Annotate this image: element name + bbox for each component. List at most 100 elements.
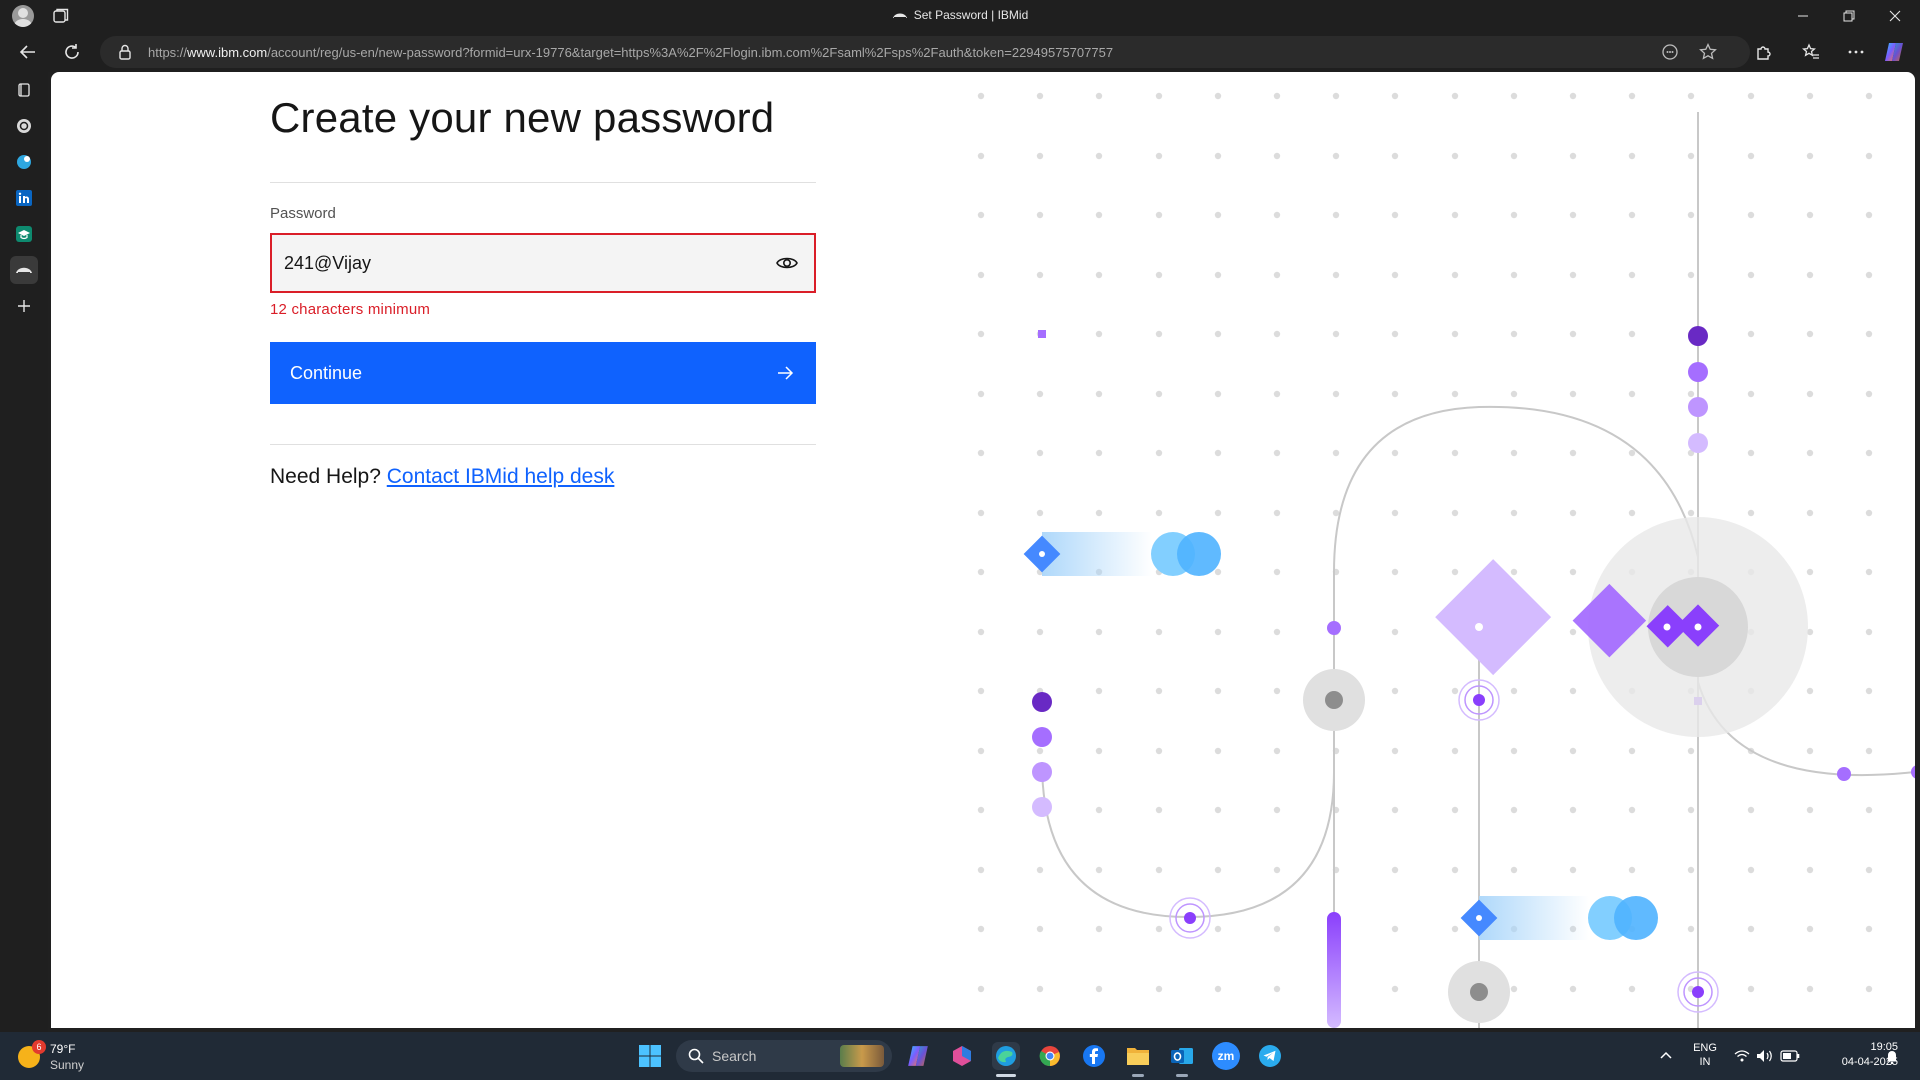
grid-dot (1806, 866, 1814, 874)
grid-dot (1451, 330, 1459, 338)
grid-dot (1332, 330, 1340, 338)
password-field[interactable] (270, 233, 816, 293)
back-button[interactable] (14, 38, 42, 66)
facebook-icon[interactable] (1080, 1042, 1108, 1070)
outlook-running-indicator (1176, 1074, 1188, 1077)
grid-dot (1687, 390, 1695, 398)
copilot-app-icon[interactable] (904, 1042, 932, 1070)
grid-dot (1273, 330, 1281, 338)
grid-dot (1391, 211, 1399, 219)
edge-running-indicator (996, 1074, 1016, 1077)
grid-dot (1628, 866, 1636, 874)
restore-button[interactable] (1826, 0, 1872, 32)
language-indicator[interactable]: ENG IN (1690, 1042, 1720, 1068)
grid-dot (1628, 390, 1636, 398)
add-icon[interactable] (10, 292, 38, 320)
show-hidden-icons-chevron-icon[interactable] (1652, 1042, 1680, 1070)
telegram-icon[interactable] (1256, 1042, 1284, 1070)
grid-dot (1806, 152, 1814, 160)
grid-dot (977, 390, 985, 398)
grid-dot (1036, 985, 1044, 993)
title-bar: Set Password | IBMid (0, 0, 1920, 32)
windows-taskbar: 6 79°F Sunny Search zm ENG IN 19:05 04-0… (0, 1032, 1920, 1080)
search-highlight-image (840, 1045, 884, 1067)
notification-bell-icon[interactable] (1882, 1042, 1902, 1070)
grid-dot (1806, 806, 1814, 814)
grid-dot (1747, 866, 1755, 874)
grid-dot (977, 449, 985, 457)
grid-dot (1095, 925, 1103, 933)
ibm-tab-icon[interactable] (10, 256, 38, 284)
grid-dot (1095, 449, 1103, 457)
grid-dot (1865, 628, 1873, 636)
grid-dot (1687, 509, 1695, 517)
reading-mode-icon[interactable] (1660, 42, 1680, 62)
grid-dot (1095, 806, 1103, 814)
grid-dot (1391, 806, 1399, 814)
minimize-button[interactable] (1780, 0, 1826, 32)
copilot-button[interactable] (1880, 38, 1908, 66)
favorite-star-icon[interactable] (1698, 42, 1718, 62)
extensions-button[interactable] (1750, 38, 1778, 66)
grid-dot (1214, 211, 1222, 219)
restore-icon (1843, 10, 1855, 22)
m365-icon[interactable] (948, 1042, 976, 1070)
windows-start-icon[interactable] (636, 1042, 664, 1070)
grid-dot (1095, 92, 1103, 100)
password-input[interactable] (284, 249, 744, 277)
grid-dot (977, 866, 985, 874)
grid-dot (1865, 92, 1873, 100)
grid-dot (1451, 687, 1459, 695)
grid-dot (1510, 92, 1518, 100)
grid-dot (1273, 985, 1281, 993)
address-bar[interactable]: https://www.ibm.com/account/reg/us-en/ne… (100, 36, 1750, 68)
refresh-button[interactable] (58, 38, 86, 66)
outlook-icon[interactable] (1168, 1042, 1196, 1070)
edge-icon[interactable] (992, 1042, 1020, 1070)
grid-dot (1214, 985, 1222, 993)
grid-dot (1628, 806, 1636, 814)
grid-dot (1036, 925, 1044, 933)
close-button[interactable] (1872, 0, 1918, 32)
grid-dot (1273, 390, 1281, 398)
grid-dot (1865, 330, 1873, 338)
grid-dot (1451, 747, 1459, 755)
grid-dot (1806, 925, 1814, 933)
continue-button[interactable]: Continue (270, 342, 816, 404)
refresh-icon (65, 44, 79, 59)
grid-dot (1332, 509, 1340, 517)
lock-icon[interactable] (118, 44, 132, 60)
quick-settings-button[interactable] (1728, 1042, 1806, 1070)
zoom-icon[interactable]: zm (1212, 1042, 1240, 1070)
grid-dot (1214, 925, 1222, 933)
grid-dot (1273, 628, 1281, 636)
file-explorer-icon[interactable] (1124, 1042, 1152, 1070)
grid-dot (1391, 985, 1399, 993)
favorites-button[interactable] (1797, 38, 1825, 66)
grid-dot (1391, 390, 1399, 398)
linkedin-icon[interactable] (10, 184, 38, 212)
taskbar-search-box[interactable]: Search (676, 1040, 892, 1072)
collections-icon[interactable] (10, 76, 38, 104)
graduation-icon[interactable] (10, 220, 38, 248)
copilot-tab-icon[interactable] (10, 148, 38, 176)
window-title: Set Password | IBMid (0, 8, 1920, 22)
help-desk-link[interactable]: Contact IBMid help desk (387, 465, 615, 488)
grid-dot (1214, 747, 1222, 755)
grid-dot (977, 271, 985, 279)
more-menu-button[interactable] (1842, 38, 1870, 66)
grid-dot (1747, 449, 1755, 457)
grid-dot (1273, 687, 1281, 695)
grid-dot (1095, 687, 1103, 695)
grid-dot (977, 568, 985, 576)
close-icon (1889, 10, 1901, 22)
show-password-eye-icon[interactable] (776, 254, 798, 272)
grid-dot (1391, 509, 1399, 517)
chatgpt-icon[interactable] (10, 112, 38, 140)
chrome-icon[interactable] (1036, 1042, 1064, 1070)
grid-dot (1332, 390, 1340, 398)
grid-dot (1155, 271, 1163, 279)
url-text[interactable]: https://www.ibm.com/account/reg/us-en/ne… (148, 45, 1113, 60)
continue-button-label: Continue (290, 362, 363, 383)
grid-dot (1747, 92, 1755, 100)
